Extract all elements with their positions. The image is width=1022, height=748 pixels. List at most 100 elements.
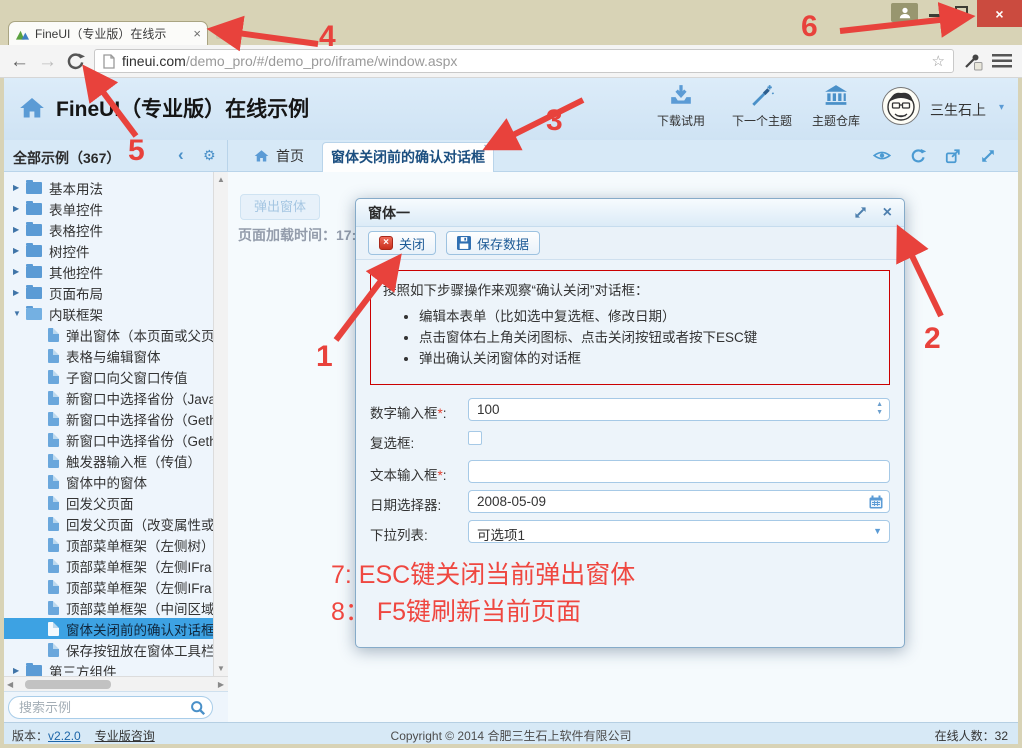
expand-icon[interactable] [980, 148, 996, 164]
tab-close-icon[interactable]: × [484, 143, 490, 154]
dialog-close-icon[interactable]: × [883, 205, 892, 221]
scroll-left-icon[interactable]: ◀ [7, 680, 13, 689]
dialog-titlebar[interactable]: 窗体一 × [356, 199, 904, 227]
dropdown-selected-value: 可选项1 [477, 528, 525, 543]
spin-down-icon[interactable]: ▼ [876, 409, 883, 417]
date-picker[interactable]: 2008-05-09 [468, 490, 890, 513]
caret-right-icon[interactable]: ▶ [13, 267, 26, 276]
caret-right-icon[interactable]: ▶ [13, 204, 26, 213]
tree-item[interactable]: ▶其他控件 [4, 261, 213, 282]
calendar-icon[interactable] [869, 495, 883, 509]
gear-icon[interactable]: ⚙ [203, 147, 216, 164]
tree-item[interactable]: ▶基本用法 [4, 177, 213, 198]
tree-item[interactable]: 表格与编辑窗体 [4, 345, 213, 366]
sidebar-title: 全部示例（367） [13, 148, 120, 168]
tree-item-selected[interactable]: 窗体关闭前的确认对话框 [4, 618, 213, 639]
download-trial-button[interactable]: 下载试用 [635, 84, 727, 129]
window-maximize-button[interactable] [955, 6, 968, 17]
address-bar[interactable]: fineui.com/demo_pro/#/demo_pro/iframe/wi… [94, 49, 954, 73]
tree-item[interactable]: ▶页面布局 [4, 282, 213, 303]
dropdown-caret-icon[interactable]: ▼ [873, 527, 882, 536]
tree-item[interactable]: 触发器输入框（传值） [4, 450, 213, 471]
app-title: FineUI（专业版）在线示例 [56, 93, 309, 123]
download-trial-label: 下载试用 [635, 112, 727, 129]
dropdown-select[interactable]: 可选项1 ▼ [468, 520, 890, 543]
tree-item[interactable]: 回发父页面 [4, 492, 213, 513]
profile-button[interactable] [891, 3, 918, 22]
scrollbar-thumb[interactable] [25, 680, 111, 689]
scroll-up-icon[interactable]: ▲ [214, 175, 228, 184]
caret-right-icon[interactable]: ▶ [13, 225, 26, 234]
caret-right-icon[interactable]: ▶ [13, 666, 26, 675]
tree-item[interactable]: 顶部菜单框架（左侧树） [4, 534, 213, 555]
theme-store-button[interactable]: 主题仓库 [790, 84, 882, 129]
file-icon [48, 475, 59, 489]
tree-item[interactable]: 窗体中的窗体 [4, 471, 213, 492]
caret-down-icon[interactable]: ▼ [13, 309, 26, 318]
checkbox[interactable] [468, 431, 482, 445]
browser-tab[interactable]: FineUI（专业版）在线示 × [8, 21, 208, 45]
window-close-button[interactable]: × [977, 0, 1022, 27]
number-input[interactable]: 100 ▲▼ [468, 398, 890, 421]
browser-tab-close-icon[interactable]: × [193, 27, 201, 40]
tree-item[interactable]: ▼内联框架 [4, 303, 213, 324]
tree-item[interactable]: 新窗口中选择省份（Geth [4, 408, 213, 429]
tree-vertical-scrollbar[interactable]: ▲ ▼ [213, 172, 228, 676]
text-input-field[interactable] [477, 464, 863, 479]
home-icon[interactable] [19, 96, 45, 120]
reload-button[interactable] [66, 52, 85, 71]
tree-item[interactable]: 顶部菜单框架（左侧IFra [4, 576, 213, 597]
back-button[interactable]: ← [10, 52, 29, 71]
tab-active[interactable]: 窗体关闭前的确认对话框 × [322, 142, 494, 172]
tree-item[interactable]: ▶表单控件 [4, 198, 213, 219]
search-icon[interactable] [190, 700, 206, 716]
caret-right-icon[interactable]: ▶ [13, 183, 26, 192]
open-in-new-window-icon[interactable] [945, 148, 961, 164]
file-icon [48, 496, 59, 510]
refresh-icon[interactable] [910, 148, 926, 164]
scroll-down-icon[interactable]: ▼ [214, 664, 228, 673]
date-field-label: 日期选择器 [370, 498, 438, 513]
avatar[interactable] [882, 87, 920, 125]
tree-item[interactable]: 新窗口中选择省份（Java [4, 387, 213, 408]
tree-item[interactable]: 顶部菜单框架（中间区域 [4, 597, 213, 618]
folder-icon [26, 203, 42, 215]
tree-item[interactable]: 保存按钮放在窗体工具栏 [4, 639, 213, 660]
tab-home[interactable]: 首页 [240, 140, 318, 172]
caret-right-icon[interactable]: ▶ [13, 288, 26, 297]
tree-item[interactable]: 回发父页面（改变属性或 [4, 513, 213, 534]
dialog-body: 按照如下步骤操作来观察“确认关闭”对话框： 编辑本表单（比如选中复选框、修改日期… [356, 260, 904, 560]
tree-item[interactable]: ▶表格控件 [4, 219, 213, 240]
copyright: Copyright © 2014 合肥三生石上软件有限公司 [4, 727, 1018, 744]
dialog-maximize-icon[interactable] [854, 206, 867, 219]
close-button[interactable]: × 关闭 [368, 231, 436, 255]
tree-item[interactable]: 子窗口向父窗口传值 [4, 366, 213, 387]
spin-up-icon[interactable]: ▲ [876, 401, 883, 409]
caret-right-icon[interactable]: ▶ [13, 246, 26, 255]
tree-item[interactable]: 弹出窗体（本页面或父页 [4, 324, 213, 345]
text-input[interactable] [468, 460, 890, 483]
new-tab-button[interactable] [216, 25, 242, 39]
tree-item[interactable]: 新窗口中选择省份（Geth [4, 429, 213, 450]
tab-strip-tools [873, 148, 996, 164]
search-input[interactable] [8, 696, 213, 719]
popup-window-button[interactable]: 弹出窗体 [240, 194, 320, 220]
tree-item[interactable]: ▶树控件 [4, 240, 213, 261]
browser-menu-icon[interactable] [992, 54, 1012, 68]
eyedropper-extension-icon[interactable] [963, 51, 983, 71]
scroll-right-icon[interactable]: ▶ [218, 680, 224, 689]
save-data-button[interactable]: 保存数据 [446, 231, 540, 255]
tree-horizontal-scrollbar[interactable]: ◀ ▶ [4, 676, 228, 691]
window-minimize-button[interactable] [929, 14, 942, 17]
eye-icon[interactable] [873, 148, 891, 164]
number-spinner[interactable]: ▲▼ [876, 401, 883, 417]
file-icon [48, 622, 59, 636]
forward-button[interactable]: → [38, 52, 57, 71]
bookmark-star-icon[interactable]: ☆ [932, 52, 945, 70]
username[interactable]: 三生石上 [930, 100, 986, 120]
user-menu-caret-icon[interactable]: ▾ [999, 102, 1004, 113]
app-header: FineUI（专业版）在线示例 下载试用 下一个主题 主题仓库 [4, 78, 1018, 140]
file-icon [48, 391, 59, 405]
tree-item[interactable]: 顶部菜单框架（左侧IFra [4, 555, 213, 576]
sidebar-collapse-icon[interactable]: ‹ [178, 145, 184, 165]
